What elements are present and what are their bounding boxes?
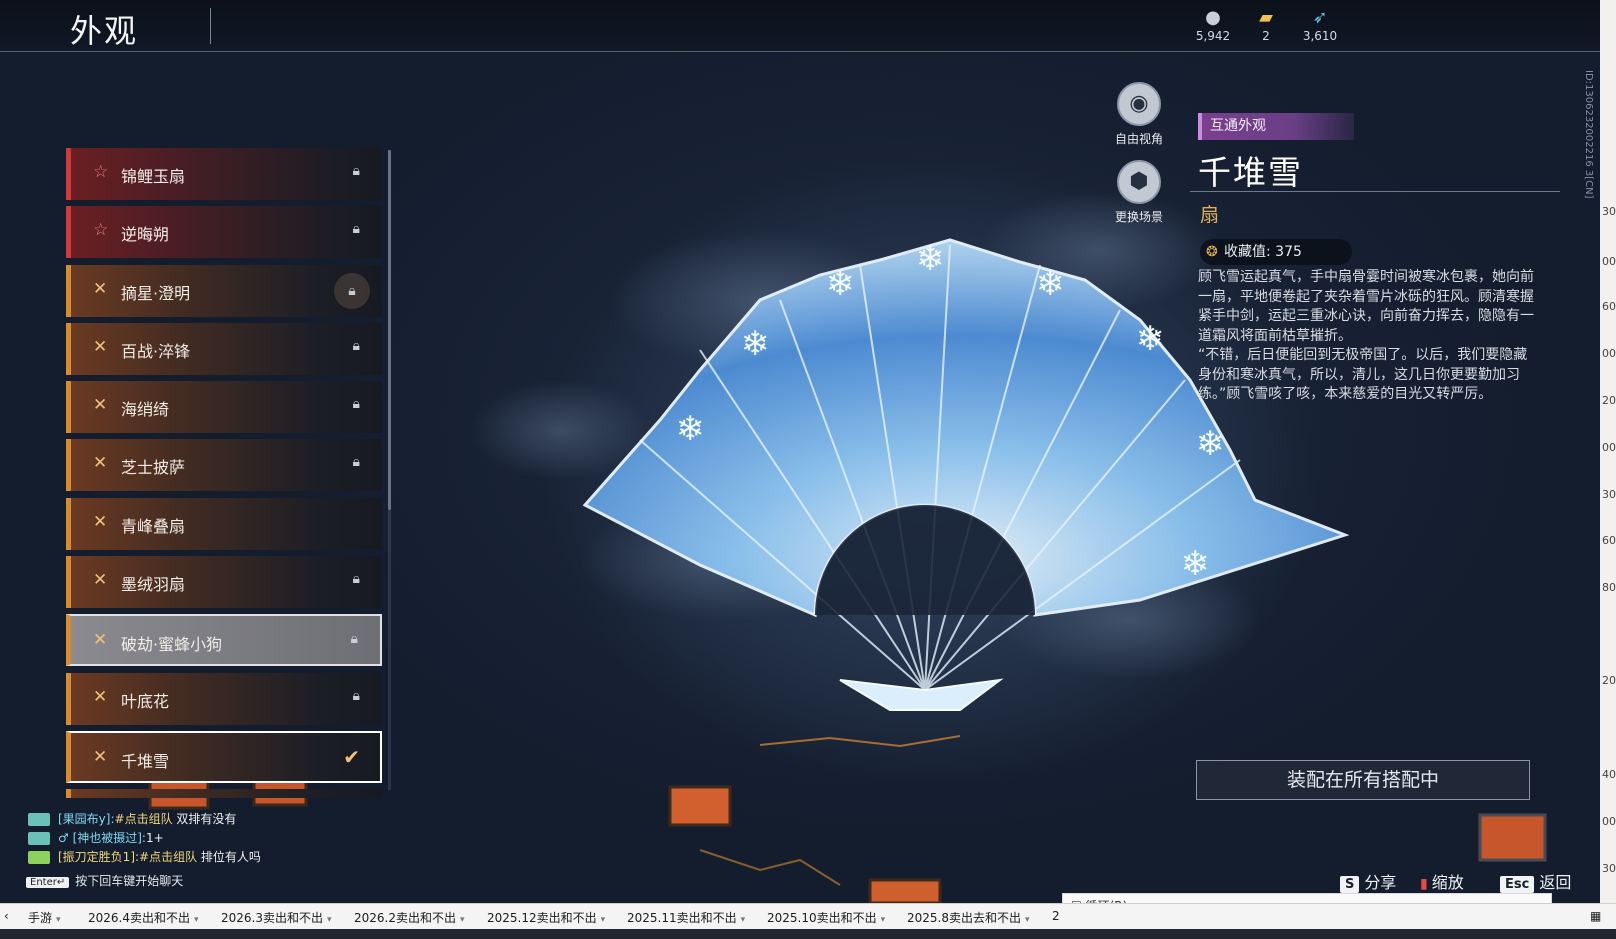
page-title: 外观	[70, 12, 139, 50]
title-divider	[210, 8, 211, 44]
build-id: ID:1306232002216 3[CN]	[1583, 70, 1594, 199]
coin-stack-icon: ●	[1205, 7, 1221, 28]
sheet-tab[interactable]: 2025.12卖出和不出 ▾	[487, 909, 605, 926]
chat-message: [果园布y]:#点击组队 双排有没有	[28, 810, 236, 827]
crossplay-tag: 互通外观	[1198, 113, 1354, 140]
cross-icon: ✕	[93, 630, 108, 650]
sheet-tab[interactable]: 2025.10卖出和不出 ▾	[767, 909, 885, 926]
list-item[interactable]: ☆ 锦鲤玉扇 🔒︎	[66, 148, 382, 200]
currency-coins: ● 5,942	[1188, 7, 1238, 44]
item-name: 千堆雪	[1198, 153, 1303, 192]
list-item[interactable]: ✕ 青峰叠扇	[66, 498, 382, 550]
currency-tickets: ▰ 2	[1241, 7, 1291, 44]
svg-text:❄: ❄	[1136, 319, 1165, 359]
cross-icon: ✕	[93, 570, 108, 590]
chevron-down-icon: ▾	[1025, 915, 1030, 925]
channel-icon	[28, 832, 50, 845]
background-window-edge: 30 00 60 00 20 00 30 60 80 20 40 00 30	[1600, 0, 1616, 903]
lock-badge-icon: 🔒︎	[334, 273, 370, 309]
list-item-partial[interactable]	[66, 789, 382, 798]
list-item[interactable]: ☆ 逆晦朔 🔒︎	[66, 206, 382, 258]
sheet-tab[interactable]: 手游 ▾	[28, 909, 61, 926]
chat-message: [振刀定胜负1]:#点击组队 排位有人吗	[28, 848, 261, 865]
cross-icon: ✕	[93, 747, 108, 767]
star-icon: ☆	[93, 220, 109, 240]
chevron-down-icon: ▾	[327, 915, 332, 925]
chat-message: ♂ [神也被摄过]:1+	[28, 829, 164, 846]
cross-icon: ✕	[93, 395, 108, 415]
chevron-down-icon: ▾	[460, 915, 465, 925]
svg-text:❄: ❄	[676, 409, 705, 449]
lock-icon: 🔒︎	[352, 571, 360, 587]
sheet-tab[interactable]: 2026.3卖出和不出 ▾	[221, 909, 332, 926]
grid-view-icon[interactable]: ▦	[1590, 909, 1601, 923]
os-taskbar	[0, 929, 1616, 939]
lock-icon: 🔒︎	[352, 396, 360, 412]
svg-text:❄: ❄	[1196, 424, 1225, 464]
svg-text:❄: ❄	[1181, 544, 1210, 584]
cross-icon: ✕	[93, 453, 108, 473]
svg-text:❄: ❄	[1036, 264, 1065, 304]
chevron-down-icon: ▾	[194, 915, 199, 925]
chevron-down-icon: ▾	[880, 915, 886, 925]
back-button[interactable]: Esc 返回	[1500, 869, 1571, 893]
cube-icon: ⬢	[1117, 160, 1161, 204]
list-item[interactable]: ✕ 百战·淬锋 🔒︎	[66, 323, 382, 375]
lock-icon: 🔒︎	[352, 338, 360, 354]
collection-value: ❂ 收藏值: 375	[1200, 239, 1352, 265]
channel-icon	[28, 851, 50, 864]
cross-icon: ✕	[93, 279, 108, 299]
sheet-tab[interactable]: 2	[1052, 909, 1060, 923]
list-item[interactable]: ✕ 墨绒羽扇 🔒︎	[66, 556, 382, 608]
ticket-icon: ▰	[1259, 7, 1273, 28]
appearance-list: ☆ 锦鲤玉扇 🔒︎ ☆ 逆晦朔 🔒︎ ✕ 摘星·澄明 🔒︎ ✕ 百战·淬锋 🔒︎…	[66, 148, 384, 798]
svg-text:❄: ❄	[741, 324, 770, 364]
sheet-tab[interactable]: 2026.2卖出和不出 ▾	[354, 909, 465, 926]
currency-feathers: ➶ 3,610	[1295, 7, 1345, 44]
zoom-button[interactable]: ▮ 缩放	[1420, 869, 1464, 893]
share-button[interactable]: S 分享	[1340, 869, 1396, 893]
cross-icon: ✕	[93, 687, 108, 707]
list-item[interactable]: ✕ 海绡绮 🔒︎	[66, 381, 382, 433]
sheet-tab[interactable]: 2026.4卖出和不出 ▾	[88, 909, 199, 926]
chevron-down-icon: ▾	[56, 915, 61, 925]
collection-icon: ❂	[1206, 244, 1218, 260]
lock-icon: 🔒︎	[352, 688, 360, 704]
top-bar: 外观 ● 5,942 ▰ 2 ➶ 3,610	[0, 0, 1600, 52]
item-type: 扇	[1200, 204, 1220, 226]
lock-icon: 🔒︎	[350, 631, 358, 647]
sheet-tab[interactable]: 2025.11卖出和不出 ▾	[627, 909, 745, 926]
lock-icon: 🔒︎	[352, 221, 360, 237]
star-icon: ☆	[93, 162, 109, 182]
chevron-down-icon: ▾	[740, 915, 746, 925]
sheet-tabs-bar: ‹ 手游 ▾ 2026.4卖出和不出 ▾ 2026.3卖出和不出 ▾ 2026.2卖出…	[0, 903, 1616, 929]
item-description: 顾飞雪运起真气，手中扇骨霎时间被寒冰包裹，她向前一扇，平地便卷起了夹杂着雪片冰砾…	[1198, 269, 1534, 402]
svg-text:❄: ❄	[826, 264, 855, 304]
change-scene-button[interactable]: ⬢ 更换场景	[1099, 160, 1179, 225]
camera-icon: ◉	[1117, 82, 1161, 126]
lock-icon: 🔒︎	[352, 454, 360, 470]
lock-icon: 🔒︎	[352, 163, 360, 179]
mouse-icon: ▮	[1420, 876, 1428, 892]
cross-icon: ✕	[93, 512, 108, 532]
channel-icon	[28, 813, 50, 826]
name-divider	[1190, 191, 1560, 192]
free-view-button[interactable]: ◉ 自由视角	[1099, 82, 1179, 147]
list-item[interactable]: ✕ 叶底花 🔒︎	[66, 673, 382, 725]
list-item-hovered[interactable]: ✕ 破劫·蜜蜂小狗 🔒︎	[66, 614, 382, 666]
cross-icon: ✕	[93, 337, 108, 357]
chevron-down-icon: ▾	[600, 915, 606, 925]
scroll-left-icon[interactable]: ‹	[4, 909, 9, 923]
svg-text:❄: ❄	[916, 239, 945, 279]
equip-all-button[interactable]: 装配在所有搭配中	[1196, 760, 1530, 800]
checkmark-icon: ✔	[343, 745, 360, 769]
list-item[interactable]: ✕ 芝士披萨 🔒︎	[66, 439, 382, 491]
chat-input-hint[interactable]: Enter↵ 按下回车键开始聊天	[26, 872, 183, 889]
list-item[interactable]: ✕ 摘星·澄明 🔒︎	[66, 265, 382, 317]
feather-icon: ➶	[1312, 7, 1328, 28]
list-item-selected[interactable]: ✕ 千堆雪 ✔	[66, 731, 382, 783]
list-scrollbar[interactable]	[388, 150, 391, 510]
sheet-tab[interactable]: 2025.8卖出去和不出 ▾	[907, 909, 1030, 926]
